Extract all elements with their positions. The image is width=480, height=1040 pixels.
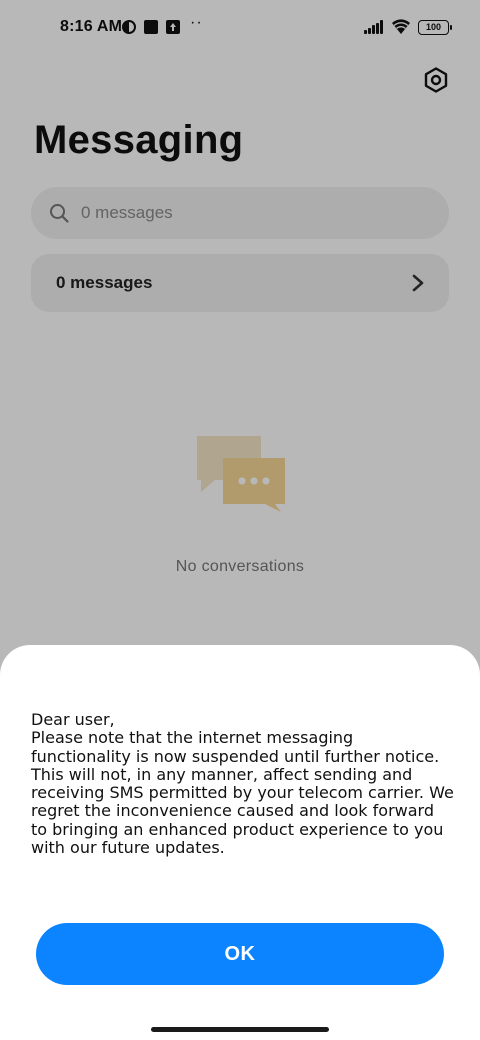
dialog-message: Dear user, Please note that the internet… <box>31 710 455 858</box>
dialog-greeting: Dear user, <box>31 710 115 729</box>
notice-dialog: Dear user, Please note that the internet… <box>0 645 480 1040</box>
dialog-body: Please note that the internet messaging … <box>31 728 454 858</box>
ok-button[interactable]: OK <box>36 923 444 985</box>
home-indicator[interactable] <box>151 1027 329 1032</box>
